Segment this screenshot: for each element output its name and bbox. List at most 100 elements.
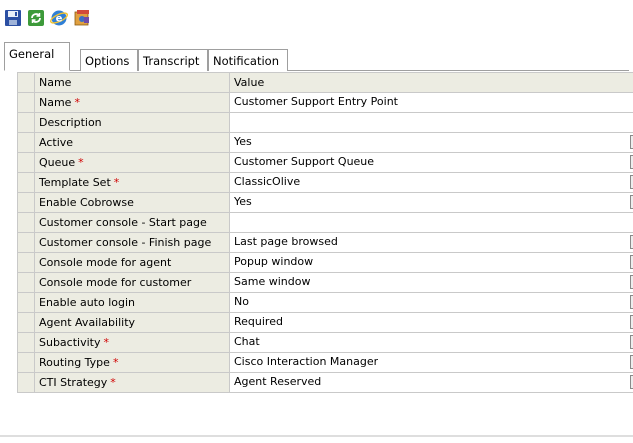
property-value[interactable]: Required	[234, 315, 283, 328]
property-label: CTI Strategy	[39, 376, 108, 389]
property-value-cell[interactable]: Required	[229, 312, 633, 333]
svg-text:e: e	[56, 14, 63, 25]
table-row[interactable]: Customer console - Start page	[17, 212, 633, 233]
tab-options[interactable]: Options	[80, 49, 138, 71]
property-value[interactable]: ClassicOlive	[234, 175, 300, 188]
table-row[interactable]: Enable auto login No	[17, 292, 633, 313]
table-row[interactable]: Active Yes	[17, 132, 633, 153]
table-row[interactable]: Customer console - Finish page Last page …	[17, 232, 633, 253]
property-value-cell[interactable]: ClassicOlive...	[229, 172, 633, 193]
property-label: Template Set	[39, 176, 111, 189]
row-selector[interactable]	[17, 112, 35, 133]
property-value[interactable]: Agent Reserved	[234, 375, 321, 388]
property-name-cell: Customer console - Start page	[34, 212, 230, 233]
property-label: Name	[39, 96, 72, 109]
row-selector[interactable]	[17, 372, 35, 393]
refresh-icon[interactable]	[27, 9, 45, 27]
save-icon[interactable]	[4, 9, 22, 27]
property-value[interactable]: Yes	[234, 135, 252, 148]
row-selector[interactable]	[17, 192, 35, 213]
property-name-cell: Name *	[34, 92, 230, 113]
property-name-cell: Customer console - Finish page	[34, 232, 230, 253]
property-name-cell: Description	[34, 112, 230, 133]
table-row[interactable]: Template Set*ClassicOlive...	[17, 172, 633, 193]
column-header-name: Name	[34, 72, 230, 93]
footer-divider	[0, 434, 633, 443]
row-selector[interactable]	[17, 92, 35, 113]
table-row[interactable]: Routing Type * Cisco Interaction Manager	[17, 352, 633, 373]
property-name-cell: Console mode for agent	[34, 252, 230, 273]
property-value-cell[interactable]: Yes	[229, 132, 633, 153]
properties-icon[interactable]	[73, 9, 91, 27]
required-marker: *	[110, 376, 116, 389]
table-row[interactable]: Enable Cobrowse Yes	[17, 192, 633, 213]
property-value[interactable]: Yes	[234, 195, 252, 208]
required-marker: *	[113, 176, 120, 189]
property-name-cell: Enable Cobrowse	[34, 192, 230, 213]
property-label: Agent Availability	[39, 316, 136, 329]
row-selector[interactable]	[17, 352, 35, 373]
property-value-cell[interactable]: No	[229, 292, 633, 313]
required-marker: *	[74, 96, 80, 109]
row-selector[interactable]	[17, 172, 35, 193]
table-row[interactable]: Console mode for customer Same window	[17, 272, 633, 293]
property-label: Console mode for agent	[39, 256, 172, 269]
property-value-cell[interactable]	[229, 112, 633, 133]
property-value-cell[interactable]: Cisco Interaction Manager	[229, 352, 633, 373]
property-label: Active	[39, 136, 74, 149]
property-label: Description	[39, 116, 102, 129]
property-name-cell: Active	[34, 132, 230, 153]
property-value[interactable]: Last page browsed	[234, 235, 338, 248]
property-value[interactable]: No	[234, 295, 249, 308]
property-value-cell[interactable]: Popup window	[229, 252, 633, 273]
row-selector[interactable]	[17, 132, 35, 153]
property-label: Subactivity	[39, 336, 101, 349]
required-marker: *	[112, 356, 119, 369]
property-value-cell[interactable]: Same window	[229, 272, 633, 293]
tab-transcript[interactable]: Transcript	[138, 49, 208, 71]
property-grid: Name Value Name * Customer Support Entry P…	[17, 72, 633, 393]
footer-pattern	[0, 435, 633, 437]
property-value[interactable]: Cisco Interaction Manager	[234, 355, 378, 368]
property-value-cell[interactable]: Last page browsed...	[229, 232, 633, 253]
row-selector[interactable]	[17, 332, 35, 353]
property-value[interactable]: Chat	[234, 335, 260, 348]
table-row[interactable]: CTI Strategy * Agent Reserved	[17, 372, 633, 393]
row-selector[interactable]	[17, 152, 35, 173]
property-value[interactable]: Popup window	[234, 255, 313, 268]
property-value-cell[interactable]	[229, 212, 633, 233]
ie-browser-icon[interactable]: e	[50, 9, 68, 27]
row-selector[interactable]	[17, 292, 35, 313]
row-selector[interactable]	[17, 252, 35, 273]
row-selector[interactable]	[17, 312, 35, 333]
row-selector[interactable]	[17, 272, 35, 293]
property-value[interactable]: Customer Support Queue	[234, 155, 374, 168]
property-value-cell[interactable]: Yes	[229, 192, 633, 213]
table-row[interactable]: Name * Customer Support Entry Point	[17, 92, 633, 113]
property-label: Enable auto login	[39, 296, 136, 309]
property-value-cell[interactable]: Customer Support Queue...	[229, 152, 633, 173]
property-table: Name Value Name * Customer Support Entry P…	[17, 72, 633, 393]
table-row[interactable]: Queue*Customer Support Queue...	[17, 152, 633, 173]
tab-general[interactable]: General	[4, 42, 70, 71]
property-name-cell: Template Set *	[34, 172, 230, 193]
property-name-cell: Console mode for customer	[34, 272, 230, 293]
grid-body: Name * Customer Support Entry Point Descrip…	[17, 92, 633, 393]
property-value[interactable]: Customer Support Entry Point	[234, 95, 398, 108]
property-name-cell: Enable auto login	[34, 292, 230, 313]
table-row[interactable]: Agent Availability Required	[17, 312, 633, 333]
property-value-cell[interactable]: Customer Support Entry Point	[229, 92, 633, 113]
table-row[interactable]: Console mode for agent Popup window	[17, 252, 633, 273]
column-header-value: Value	[229, 72, 633, 93]
property-value-cell[interactable]: Agent Reserved	[229, 372, 633, 393]
property-value-cell[interactable]: Chat	[229, 332, 633, 353]
tab-notification[interactable]: Notification	[208, 49, 288, 71]
property-label: Enable Cobrowse	[39, 196, 134, 209]
table-row[interactable]: Subactivity * Chat	[17, 332, 633, 353]
table-row[interactable]: Description	[17, 112, 633, 133]
row-selector[interactable]	[17, 212, 35, 233]
row-selector[interactable]	[17, 232, 35, 253]
property-value[interactable]: Same window	[234, 275, 310, 288]
property-label: Console mode for customer	[39, 276, 192, 289]
property-name-cell: Queue *	[34, 152, 230, 173]
